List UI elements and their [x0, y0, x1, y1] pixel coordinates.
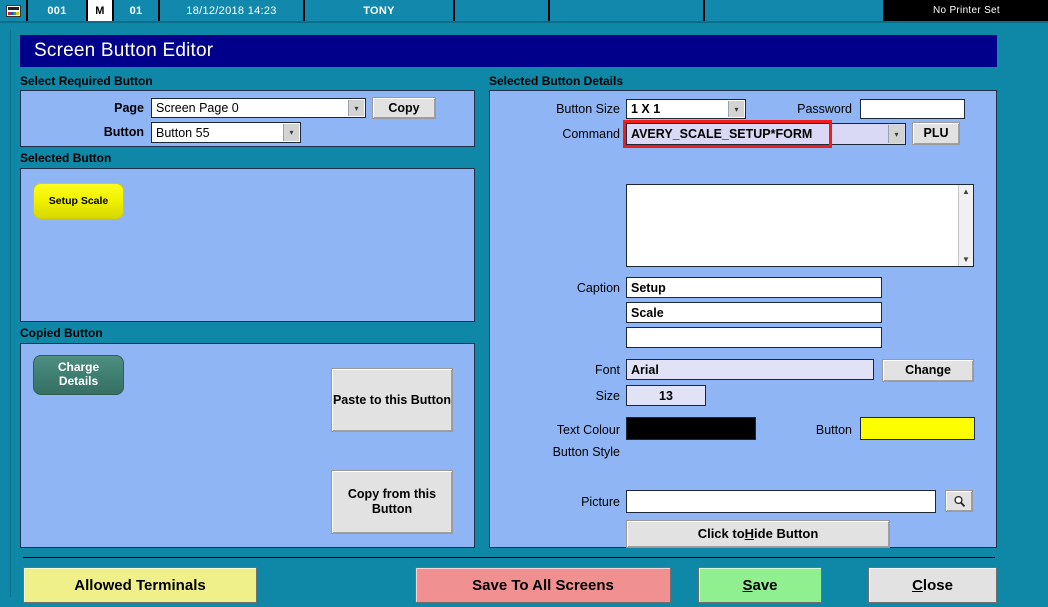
page-select[interactable]: Screen Page 0 ▾ — [151, 98, 366, 118]
save-button[interactable]: Save — [698, 567, 822, 603]
textarea-scrollbar[interactable]: ▲ ▼ — [958, 185, 973, 266]
click-to-hide-button[interactable]: Click to Hide Button — [626, 520, 890, 548]
size-label: Size — [595, 389, 620, 403]
close-label-post: lose — [922, 576, 953, 594]
page-label: Page — [114, 101, 144, 115]
chevron-down-icon[interactable]: ▾ — [728, 101, 744, 117]
button-colour-label: Button — [815, 423, 852, 437]
caption-label: Caption — [576, 281, 620, 295]
copy-from-this-button[interactable]: Copy from this Button — [331, 470, 453, 534]
copied-button-preview-line2: Details — [58, 374, 99, 388]
copied-button-panel: Charge Details Paste to this Button Copy… — [20, 343, 475, 548]
scroll-down-icon[interactable]: ▼ — [959, 253, 973, 266]
save-label-post: ave — [752, 576, 778, 594]
copy-button[interactable]: Copy — [372, 97, 436, 119]
scroll-up-icon[interactable]: ▲ — [959, 185, 973, 198]
button-size-value: 1 X 1 — [631, 102, 661, 116]
size-input[interactable]: 13 — [626, 385, 706, 406]
button-select-value: Button 55 — [156, 125, 210, 140]
app-icon[interactable] — [0, 0, 28, 21]
dialog-window: Screen Button Editor Select Required But… — [10, 30, 1038, 603]
text-colour-swatch[interactable] — [626, 417, 756, 440]
copied-button-group-label: Copied Button — [20, 326, 103, 340]
caption-input-2[interactable]: Scale — [626, 302, 882, 323]
command-detail-textarea[interactable]: ▲ ▼ — [626, 184, 974, 267]
copied-button-preview-line1: Charge — [57, 360, 100, 375]
status-slot-3 — [705, 0, 885, 21]
close-accesskey: C — [912, 576, 923, 594]
screen-button-editor-app: 001 M 01 18/12/2018 14:23 TONY No Printe… — [0, 0, 1048, 607]
command-label: Command — [562, 127, 620, 141]
status-terminal: 001 — [28, 0, 88, 21]
status-bar: 001 M 01 18/12/2018 14:23 TONY No Printe… — [0, 0, 1048, 23]
button-size-label: Button Size — [556, 102, 620, 116]
magnifier-icon[interactable] — [945, 490, 973, 512]
status-printer: No Printer Set — [885, 0, 1048, 21]
status-slot-2 — [550, 0, 705, 21]
save-to-all-screens-button[interactable]: Save To All Screens — [415, 567, 671, 603]
caption-input-1[interactable]: Setup — [626, 277, 882, 298]
copied-button-preview[interactable]: Charge Details — [33, 355, 124, 395]
chevron-down-icon[interactable]: ▾ — [888, 125, 904, 143]
button-colour-swatch[interactable] — [860, 417, 975, 440]
command-select[interactable]: AVERY_SCALE_SETUP*FORM ▾ — [626, 123, 906, 145]
text-colour-label: Text Colour — [556, 423, 620, 437]
password-input[interactable] — [860, 99, 965, 119]
status-mode: M — [88, 0, 114, 21]
page-select-value: Screen Page 0 — [156, 101, 239, 115]
selected-button-group-label: Selected Button — [20, 151, 112, 165]
save-accesskey: S — [742, 576, 753, 594]
status-operator: TONY — [305, 0, 455, 21]
picture-label: Picture — [581, 495, 620, 509]
page-title: Screen Button Editor — [20, 35, 997, 67]
chevron-down-icon[interactable]: ▾ — [348, 100, 364, 116]
allowed-terminals-button[interactable]: Allowed Terminals — [23, 567, 257, 603]
caption-input-3[interactable] — [626, 327, 882, 348]
close-button[interactable]: Close — [868, 567, 997, 603]
font-input[interactable]: Arial — [626, 359, 874, 380]
plu-button[interactable]: PLU — [912, 122, 960, 145]
chevron-down-icon[interactable]: ▾ — [283, 124, 299, 141]
select-required-button-panel: Page Screen Page 0 ▾ Copy Button Button … — [20, 90, 475, 147]
status-datetime: 18/12/2018 14:23 — [160, 0, 305, 21]
status-till: 01 — [114, 0, 160, 21]
picture-input[interactable] — [626, 490, 936, 513]
status-slot-1 — [455, 0, 550, 21]
hide-button-label-pre: Click to — [697, 526, 745, 542]
selected-button-preview[interactable]: Setup Scale — [33, 183, 124, 219]
select-required-button-group-label: Select Required Button — [20, 74, 153, 88]
button-label: Button — [103, 125, 144, 139]
selected-button-details-panel: Button Size 1 X 1 ▾ Password Command AVE… — [489, 90, 997, 548]
font-label: Font — [594, 363, 620, 377]
selected-button-details-group-label: Selected Button Details — [489, 74, 624, 88]
paste-to-this-button[interactable]: Paste to this Button — [331, 368, 453, 432]
button-style-label: Button Style — [552, 445, 620, 459]
hide-button-label-post: ide Button — [754, 526, 819, 542]
button-size-select[interactable]: 1 X 1 ▾ — [626, 99, 746, 119]
selected-button-preview-panel: Setup Scale — [20, 168, 475, 322]
footer-divider — [23, 557, 995, 558]
hide-button-accesskey: H — [744, 526, 755, 542]
button-select[interactable]: Button 55 ▾ — [151, 122, 301, 143]
password-label: Password — [797, 102, 852, 116]
app-icon-glyph — [5, 4, 21, 17]
command-value: AVERY_SCALE_SETUP*FORM — [631, 127, 813, 141]
change-font-button[interactable]: Change — [882, 359, 974, 382]
